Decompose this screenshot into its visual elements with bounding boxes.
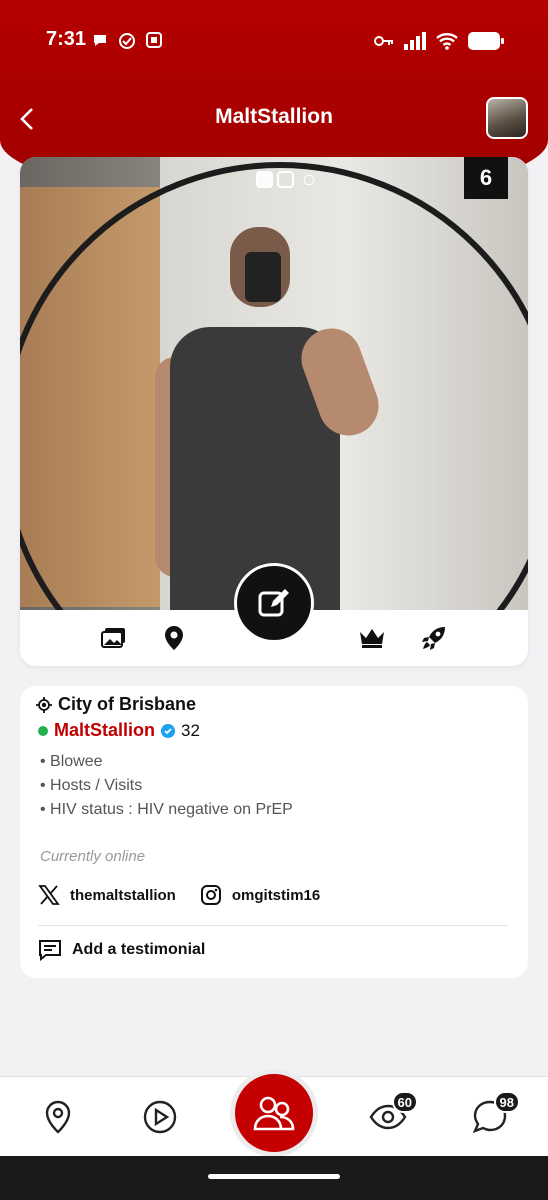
user-name: MaltStallion bbox=[54, 720, 156, 740]
photo-phone bbox=[245, 252, 281, 302]
photo-dot-active[interactable] bbox=[256, 171, 273, 188]
photo-pagination bbox=[256, 171, 314, 188]
nav-video-button[interactable] bbox=[140, 1097, 180, 1137]
crown-button[interactable] bbox=[358, 624, 386, 652]
edit-icon bbox=[258, 589, 289, 617]
play-icon bbox=[143, 1100, 177, 1134]
comment-icon bbox=[39, 940, 61, 961]
map-pin-icon bbox=[45, 1100, 71, 1134]
gallery-button[interactable] bbox=[100, 624, 128, 652]
add-testimonial-label: Add a testimonial bbox=[72, 941, 206, 958]
list-item: • HIV status : HIV negative on PrEP bbox=[40, 801, 293, 818]
location-text: City of Brisbane bbox=[58, 694, 197, 714]
social-links: themaltstallion omgitstim16 bbox=[38, 884, 344, 906]
x-logo-icon bbox=[38, 885, 60, 905]
location-button[interactable] bbox=[160, 624, 188, 652]
photo-dot[interactable] bbox=[277, 171, 294, 188]
instagram-link[interactable]: omgitstim16 bbox=[200, 884, 320, 906]
location-pin-icon bbox=[165, 626, 183, 650]
twitter-link[interactable]: themaltstallion bbox=[38, 884, 176, 906]
edit-profile-button[interactable] bbox=[234, 563, 314, 643]
profile-photo[interactable]: 6 bbox=[20, 157, 528, 610]
bottom-nav: 60 98 bbox=[0, 1069, 548, 1157]
instagram-handle: omgitstim16 bbox=[231, 886, 321, 904]
user-age: 32 bbox=[181, 720, 200, 740]
wifi-icon bbox=[436, 33, 458, 50]
check-circle-icon bbox=[119, 33, 135, 49]
instagram-icon bbox=[200, 885, 221, 905]
status-time: 7:31 bbox=[46, 28, 87, 50]
battery-icon bbox=[468, 32, 504, 50]
crown-icon bbox=[360, 629, 384, 648]
key-icon bbox=[374, 36, 393, 46]
nav-bar: MaltStallion bbox=[0, 95, 548, 143]
online-status: Currently online bbox=[40, 848, 146, 865]
add-testimonial-button[interactable]: Add a testimonial bbox=[38, 939, 205, 961]
avatar[interactable] bbox=[486, 97, 528, 139]
signal-icon bbox=[404, 32, 426, 50]
photo-count-badge: 6 bbox=[464, 157, 508, 199]
home-indicator[interactable] bbox=[208, 1174, 340, 1179]
nav-views-button[interactable]: 60 bbox=[368, 1091, 418, 1137]
profile-photo-card: 6 bbox=[20, 157, 528, 666]
list-item: • Hosts / Visits bbox=[40, 777, 143, 794]
verified-icon bbox=[161, 723, 176, 738]
status-bar: 7:31 bbox=[0, 22, 548, 62]
list-item: • Blowee bbox=[40, 753, 103, 770]
profile-bullets: • Blowee • Hosts / Visits • HIV status :… bbox=[40, 750, 293, 822]
nav-messages-button[interactable]: 98 bbox=[470, 1091, 520, 1137]
profile-info-card: City of Brisbane MaltStallion 32 • Blowe… bbox=[20, 686, 528, 978]
messages-badge: 98 bbox=[493, 1091, 520, 1113]
divider bbox=[38, 925, 508, 926]
app-notification-icon bbox=[146, 32, 162, 48]
gallery-icon bbox=[101, 628, 125, 648]
name-row: MaltStallion 32 bbox=[38, 720, 200, 741]
nav-map-button[interactable] bbox=[38, 1097, 78, 1137]
online-indicator bbox=[38, 725, 48, 736]
views-badge: 60 bbox=[391, 1091, 418, 1113]
page-title: MaltStallion bbox=[215, 105, 333, 128]
location-row: City of Brisbane bbox=[36, 694, 196, 715]
crosshair-icon bbox=[36, 696, 52, 713]
chat-bubble-icon bbox=[94, 35, 106, 46]
nav-people-button[interactable] bbox=[230, 1069, 318, 1157]
photo-dot[interactable] bbox=[304, 174, 314, 185]
rocket-icon bbox=[422, 627, 445, 650]
boost-button[interactable] bbox=[420, 624, 448, 652]
home-indicator-area bbox=[0, 1156, 548, 1200]
twitter-handle: themaltstallion bbox=[70, 886, 176, 904]
people-icon bbox=[253, 1096, 295, 1131]
